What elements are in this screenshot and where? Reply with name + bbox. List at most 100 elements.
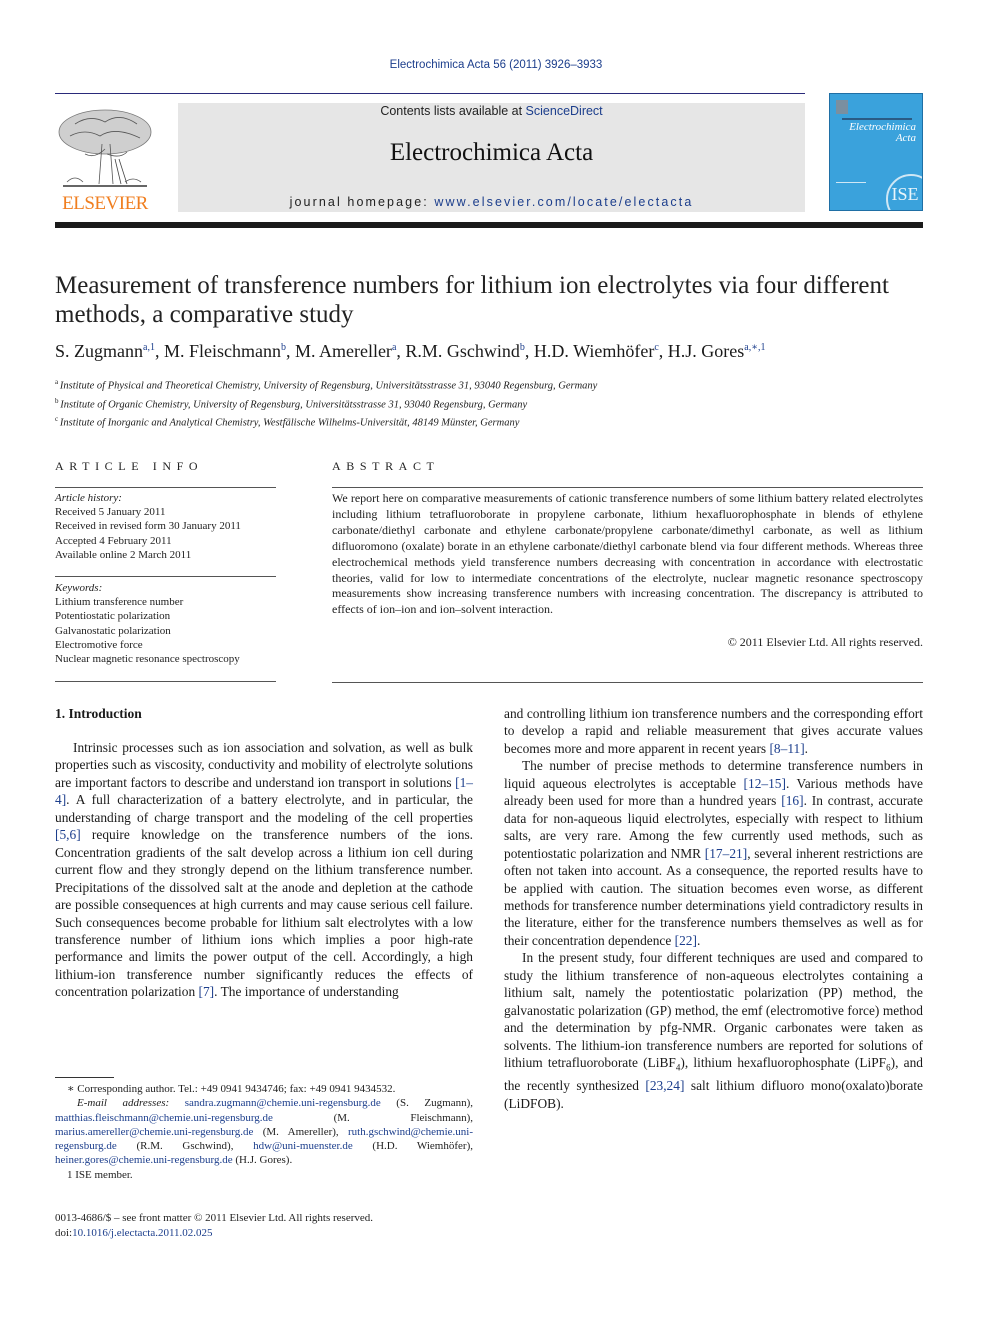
homepage-prefix: journal homepage:	[289, 195, 435, 209]
affiliation-item: b Institute of Organic Chemistry, Univer…	[55, 394, 935, 413]
author-affiliation-marker[interactable]: a,∗,1	[744, 342, 765, 353]
affiliations: a Institute of Physical and Theoretical …	[55, 375, 935, 431]
cover-title-line2: Acta	[895, 132, 916, 144]
affiliation-text: Institute of Organic Chemistry, Universi…	[60, 399, 528, 410]
body-column-right: and controlling lithium ion transference…	[504, 705, 923, 1112]
author-affiliation-marker[interactable]: a,1	[143, 342, 155, 353]
email-link[interactable]: sandra.zugmann@chemie.uni-regensburg.de	[185, 1097, 381, 1109]
citation-link[interactable]: [5,6]	[55, 827, 81, 842]
footnote-rule	[55, 1077, 114, 1078]
contents-prefix: Contents lists available at	[380, 104, 526, 118]
paragraph: In the present study, four different tec…	[504, 950, 923, 1111]
article-info-heading: ARTICLE INFO	[55, 459, 204, 473]
journal-header-box: Contents lists available at ScienceDirec…	[178, 103, 805, 212]
paragraph: and controlling lithium ion transference…	[504, 706, 923, 756]
homepage-link[interactable]: www.elsevier.com/locate/electacta	[434, 195, 693, 209]
elsevier-tree-icon	[58, 109, 152, 187]
ise-member-note: 1 ISE member.	[67, 1168, 133, 1181]
affiliation-item: c Institute of Inorganic and Analytical …	[55, 412, 935, 431]
history-item: Received 5 January 2011	[55, 506, 166, 519]
email-owner: (M. Amereller),	[253, 1125, 348, 1138]
elsevier-logo[interactable]: ELSEVIER	[53, 100, 157, 215]
history-item: Available online 2 March 2011	[55, 548, 192, 561]
keywords-label: Keywords:	[55, 582, 103, 594]
email-owner: (S. Zugmann),	[380, 1097, 473, 1110]
doi-label: doi:	[55, 1226, 73, 1239]
author-name: H.J. Gores	[667, 341, 745, 361]
keyword-item: Lithium transference number	[55, 596, 184, 609]
elsevier-wordmark: ELSEVIER	[62, 193, 148, 214]
author-name: M. Amereller	[294, 341, 392, 361]
email-link[interactable]: marius.amereller@chemie.uni-regensburg.d…	[55, 1126, 253, 1138]
author-affiliation-marker[interactable]: c	[654, 342, 658, 353]
author-name: S. Zugmann	[55, 341, 143, 361]
cover-banner	[842, 118, 912, 120]
email-link[interactable]: hdw@uni-muenster.de	[253, 1140, 353, 1152]
keyword-item: Potentiostatic polarization	[55, 610, 171, 623]
author-name: R.M. Gschwind	[405, 341, 520, 361]
paragraph: The number of precise methods to determi…	[504, 758, 924, 948]
journal-cover-thumbnail[interactable]: Electrochimica Acta ISE	[829, 93, 923, 211]
issn-doi-block: 0013-4686/$ – see front matter © 2011 El…	[55, 1211, 473, 1240]
history-item: Received in revised form 30 January 2011	[55, 520, 241, 533]
journal-title: Electrochimica Acta	[389, 139, 594, 166]
cover-divider	[836, 182, 866, 183]
author-affiliation-marker[interactable]: b	[281, 342, 286, 353]
keywords: Keywords: Lithium transference number Po…	[55, 581, 285, 666]
email-owner: (H.J. Gores).	[232, 1154, 293, 1167]
email-addresses: E-mail addresses: sandra.zugmann@chemie.…	[55, 1096, 473, 1167]
email-owner: (R.M. Gschwind),	[116, 1140, 254, 1153]
author-name: M. Fleischmann	[163, 341, 281, 361]
keyword-item: Galvanostatic polarization	[55, 624, 171, 637]
issn-line: 0013-4686/$ – see front matter © 2011 El…	[55, 1212, 374, 1224]
contents-line: Contents lists available at ScienceDirec…	[178, 104, 805, 118]
email-owner: (H.D. Wiemhöfer),	[352, 1140, 473, 1153]
author-name: H.D. Wiemhöfer	[533, 341, 655, 361]
body-column-left: Intrinsic processes such as ion associat…	[55, 739, 473, 1001]
footnotes: ∗ Corresponding author. Tel.: +49 0941 9…	[55, 1082, 473, 1182]
cover-publisher-icon	[836, 100, 848, 114]
header-rule	[55, 93, 805, 94]
citation-link[interactable]: [1–4]	[55, 775, 473, 807]
journal-reference[interactable]: Electrochimica Acta 56 (2011) 3926–3933	[0, 59, 992, 71]
citation-link[interactable]: [23,24]	[645, 1078, 684, 1093]
abstract-copyright: © 2011 Elsevier Ltd. All rights reserved…	[727, 635, 923, 649]
email-owner: (M. Fleischmann),	[272, 1111, 473, 1124]
affiliation-text: Institute of Inorganic and Analytical Ch…	[59, 417, 520, 429]
subscript: 6	[886, 1062, 891, 1073]
journal-homepage: journal homepage: www.elsevier.com/locat…	[178, 195, 805, 209]
paragraph: Intrinsic processes such as ion associat…	[55, 740, 473, 1000]
affiliation-text: Institute of Physical and Theoretical Ch…	[59, 380, 598, 392]
history-label: Article history:	[55, 492, 122, 504]
article-history: Article history: Received 5 January 2011…	[55, 491, 285, 562]
divider	[55, 487, 276, 488]
affiliation-item: a Institute of Physical and Theoretical …	[55, 375, 935, 394]
sciencedirect-link[interactable]: ScienceDirect	[526, 104, 603, 118]
keyword-item: Electromotive force	[55, 638, 143, 651]
keyword-item: Nuclear magnetic resonance spectroscopy	[55, 653, 240, 666]
author-list: S. Zugmanna,1, M. Fleischmannb, M. Amere…	[55, 341, 766, 361]
email-link[interactable]: heiner.gores@chemie.uni-regensburg.de	[55, 1154, 233, 1166]
citation-link[interactable]: [8–11]	[769, 741, 804, 756]
cover-title: Electrochimica Acta	[849, 122, 916, 144]
email-link[interactable]: matthias.fleischmann@chemie.uni-regensbu…	[55, 1112, 273, 1124]
author-affiliation-marker[interactable]: b	[520, 342, 525, 353]
citation-link[interactable]: [7]	[199, 984, 215, 999]
corresponding-author-note: ∗ Corresponding author. Tel.: +49 0941 9…	[67, 1083, 396, 1095]
citation-link[interactable]: [12–15]	[744, 776, 786, 791]
citation-link[interactable]: [17–21]	[705, 846, 747, 861]
history-item: Accepted 4 February 2011	[55, 534, 172, 547]
citation-link[interactable]: [22]	[675, 933, 697, 948]
section-heading-introduction: 1. Introduction	[55, 706, 142, 721]
email-label: E-mail addresses:	[77, 1097, 185, 1110]
abstract-text: We report here on comparative measuremen…	[332, 491, 923, 617]
abstract-heading: ABSTRACT	[332, 459, 440, 473]
doi-link[interactable]: 10.1016/j.electacta.2011.02.025	[72, 1227, 212, 1239]
divider	[55, 576, 276, 577]
subscript: 4	[675, 1062, 681, 1073]
divider	[332, 487, 923, 488]
citation-link[interactable]: [16]	[781, 793, 803, 808]
header-thick-rule	[55, 222, 923, 228]
author-affiliation-marker[interactable]: a	[392, 342, 396, 353]
divider	[332, 682, 923, 683]
